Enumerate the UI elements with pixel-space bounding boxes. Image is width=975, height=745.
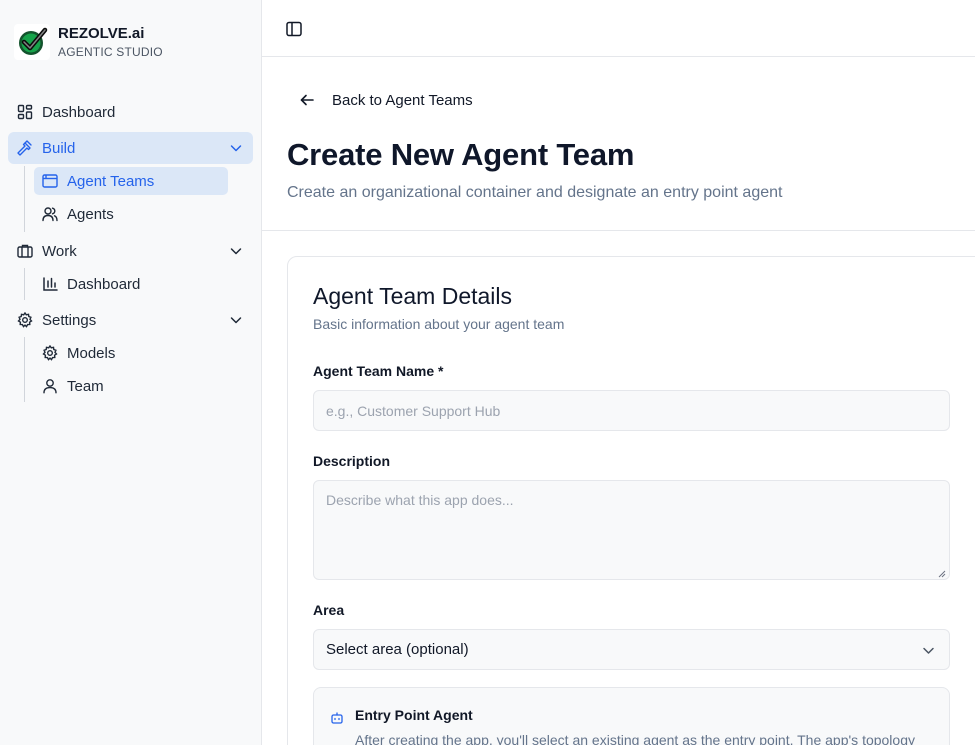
- sidebar-item-label: Team: [67, 377, 104, 395]
- entry-point-agent-title: Entry Point Agent: [355, 707, 473, 723]
- entry-point-agent-info: Entry Point Agent After creating the app…: [313, 687, 950, 745]
- sidebar-item-work-dashboard[interactable]: Dashboard: [34, 270, 228, 298]
- sidebar-toggle-icon[interactable]: [285, 20, 303, 38]
- briefcase-icon: [16, 242, 34, 260]
- bot-icon: [331, 712, 343, 724]
- sidebar-item-label: Models: [67, 344, 116, 362]
- topbar: [262, 0, 975, 57]
- chevron-down-icon[interactable]: [229, 244, 243, 258]
- grid-icon: [16, 103, 34, 121]
- area-select-value: Select area (optional): [326, 641, 469, 658]
- brand[interactable]: REZOLVE.ai AGENTIC STUDIO: [14, 24, 163, 60]
- brand-name: REZOLVE.ai: [58, 24, 145, 42]
- card-description: Basic information about your agent team: [313, 316, 565, 332]
- brand-text: REZOLVE.ai AGENTIC STUDIO: [58, 25, 163, 60]
- gear-icon: [41, 344, 59, 362]
- page-subtitle: Create an organizational container and d…: [287, 184, 783, 201]
- brand-subtitle: AGENTIC STUDIO: [58, 44, 163, 59]
- sidebar-group-work[interactable]: Work: [8, 235, 253, 267]
- description-textarea[interactable]: [313, 480, 950, 580]
- logo-check-icon: [14, 24, 50, 60]
- tree-line: [24, 268, 25, 300]
- card-title: Agent Team Details: [313, 283, 513, 309]
- back-to-agent-teams-link[interactable]: Back to Agent Teams: [298, 91, 473, 109]
- gear-icon: [16, 311, 34, 329]
- app-root: REZOLVE.ai AGENTIC STUDIO Dashboard Buil…: [0, 0, 975, 745]
- window-icon: [41, 172, 59, 190]
- sidebar-item-models[interactable]: Models: [34, 339, 228, 367]
- sidebar-item-agent-teams[interactable]: Agent Teams: [34, 167, 228, 195]
- sidebar: REZOLVE.ai AGENTIC STUDIO Dashboard Buil…: [0, 0, 262, 745]
- users-icon: [41, 205, 59, 223]
- sidebar-item-label: Dashboard: [67, 275, 141, 293]
- chevron-down-icon[interactable]: [229, 313, 243, 327]
- sidebar-group-label: Build: [42, 139, 76, 157]
- hammer-icon: [16, 139, 34, 157]
- page-header: Back to Agent Teams Create New Agent Tea…: [262, 57, 975, 231]
- entry-point-agent-text: After creating the app, you'll select an…: [355, 732, 915, 745]
- chevron-down-icon: [923, 647, 934, 654]
- agent-team-name-input[interactable]: [313, 390, 950, 431]
- agent-team-name-label: Agent Team Name *: [313, 363, 444, 379]
- resize-handle-icon[interactable]: [938, 570, 946, 578]
- page-title: Create New Agent Team: [287, 137, 635, 172]
- area-label: Area: [313, 602, 345, 618]
- sidebar-item-label: Dashboard: [42, 103, 116, 121]
- back-link-label: Back to Agent Teams: [332, 91, 473, 109]
- sidebar-item-team[interactable]: Team: [34, 372, 228, 400]
- sidebar-item-label: Agent Teams: [67, 172, 155, 190]
- user-icon: [41, 377, 59, 395]
- main-content: Back to Agent Teams Create New Agent Tea…: [262, 0, 975, 745]
- sidebar-group-label: Settings: [42, 311, 97, 329]
- chevron-down-icon[interactable]: [229, 141, 243, 155]
- arrow-left-icon: [300, 94, 314, 106]
- sidebar-item-agents[interactable]: Agents: [34, 200, 228, 228]
- tree-line: [24, 166, 25, 232]
- sidebar-group-settings[interactable]: Settings: [8, 304, 253, 336]
- sidebar-item-dashboard[interactable]: Dashboard: [8, 96, 253, 128]
- sidebar-group-label: Work: [42, 242, 77, 260]
- area-select[interactable]: Select area (optional): [313, 629, 950, 670]
- agent-team-details-card: Agent Team Details Basic information abo…: [287, 256, 975, 745]
- sidebar-item-label: Agents: [67, 205, 114, 223]
- sidebar-group-build[interactable]: Build: [8, 132, 253, 164]
- description-label: Description: [313, 453, 391, 469]
- tree-line: [24, 337, 25, 402]
- bar-chart-icon: [41, 275, 59, 293]
